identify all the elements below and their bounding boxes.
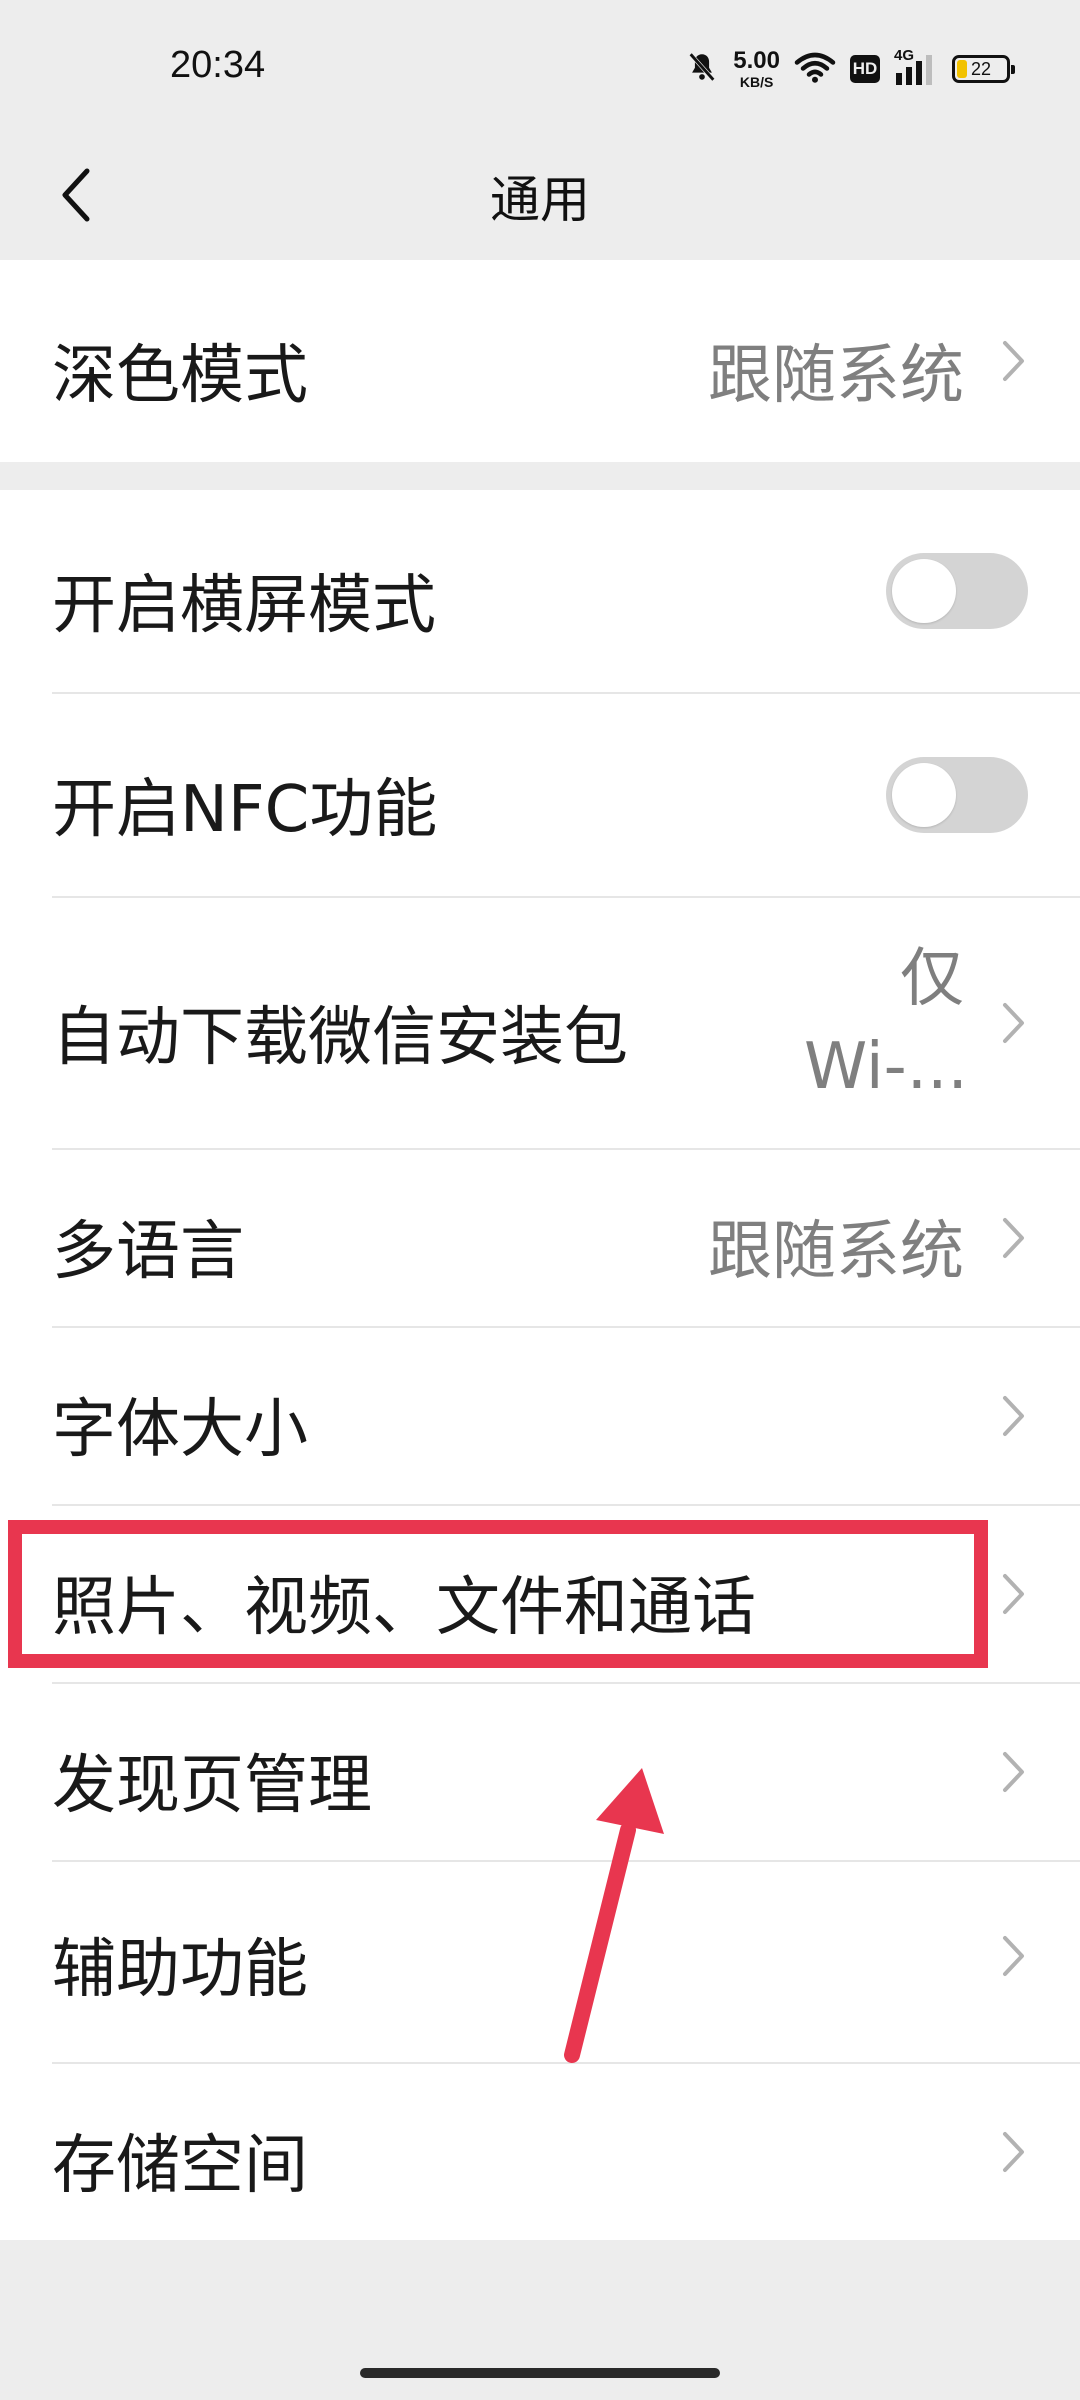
toggle-knob [892, 559, 956, 623]
hd-icon: HD [850, 55, 880, 83]
setting-label: 存储空间 [52, 2129, 308, 2203]
status-time: 20:34 [170, 44, 266, 86]
setting-label: 多语言 [52, 1215, 244, 1289]
chevron-right-icon [1003, 1003, 1024, 1043]
chevron-right-icon [1003, 1752, 1024, 1792]
setting-label: 发现页管理 [52, 1749, 372, 1823]
navigation-bar: 通用 [0, 132, 1080, 260]
page-title: 通用 [490, 171, 590, 229]
network-speed-unit: KB/S [739, 74, 774, 90]
battery-level: 22 [970, 58, 992, 79]
settings-group-general: 开启横屏模式 开启NFC功能 自动下载微信安装包 仅Wi-... 多语言 跟随系… [0, 490, 1080, 2240]
setting-landscape-mode: 开启横屏模式 [0, 490, 1080, 692]
setting-value: 跟随系统 [708, 339, 964, 413]
network-speed-value: 5.00 [733, 47, 780, 74]
chevron-right-icon [1003, 341, 1024, 381]
battery-icon: 22 [952, 55, 1015, 83]
toggle-knob [892, 763, 956, 827]
network-speed: 5.00 KB/S [733, 47, 780, 90]
chevron-right-icon [1003, 1218, 1024, 1258]
setting-accessibility[interactable]: 辅助功能 [0, 1862, 1080, 2052]
settings-group-display: 深色模式 跟随系统 [0, 260, 1080, 462]
chevron-right-icon [1003, 1574, 1024, 1614]
setting-discover-management[interactable]: 发现页管理 [0, 1684, 1080, 1860]
setting-language[interactable]: 多语言 跟随系统 [0, 1150, 1080, 1326]
setting-value: 跟随系统 [708, 1215, 964, 1289]
setting-auto-download[interactable]: 自动下载微信安装包 仅Wi-... [0, 898, 1080, 1148]
setting-label: 开启横屏模式 [52, 569, 436, 643]
home-indicator[interactable] [360, 2368, 720, 2378]
setting-media-files-calls[interactable]: 照片、视频、文件和通话 [0, 1506, 1080, 1682]
mute-bell-icon [685, 50, 719, 88]
setting-storage[interactable]: 存储空间 [0, 2064, 1080, 2240]
nfc-toggle[interactable] [886, 757, 1028, 833]
landscape-toggle[interactable] [886, 553, 1028, 629]
setting-nfc: 开启NFC功能 [0, 694, 1080, 896]
status-icons: 5.00 KB/S HD 4G 22 [685, 44, 1015, 94]
chevron-right-icon [1003, 1396, 1024, 1436]
setting-label: 字体大小 [52, 1393, 308, 1467]
status-bar: 20:34 5.00 KB/S HD 4G 22 [0, 0, 1080, 132]
signal-icon: 4G [894, 47, 938, 87]
setting-label: 照片、视频、文件和通话 [52, 1571, 756, 1645]
setting-value: 仅Wi-... [804, 942, 968, 1104]
setting-font-size[interactable]: 字体大小 [0, 1328, 1080, 1504]
setting-label: 开启NFC功能 [52, 773, 438, 847]
setting-label: 自动下载微信安装包 [52, 1001, 628, 1075]
setting-label: 深色模式 [52, 339, 308, 413]
chevron-right-icon [1003, 2132, 1024, 2172]
chevron-right-icon [1003, 1936, 1024, 1976]
setting-dark-mode[interactable]: 深色模式 跟随系统 [0, 260, 1080, 462]
wifi-icon [794, 50, 836, 88]
setting-label: 辅助功能 [52, 1933, 308, 2007]
